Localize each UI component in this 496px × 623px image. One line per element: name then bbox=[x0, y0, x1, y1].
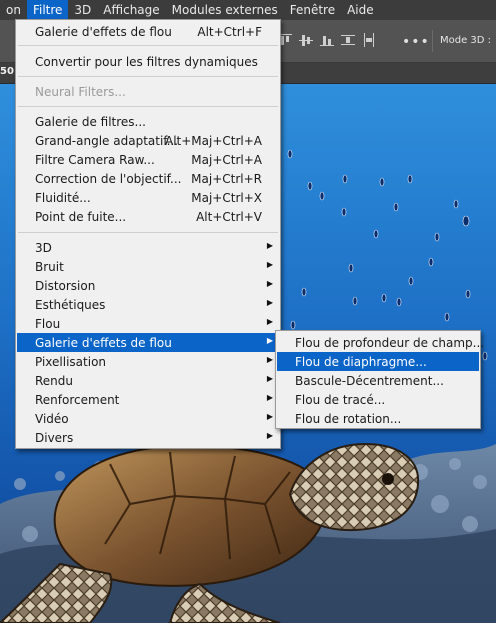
submenu-item-field-blur[interactable]: Flou de profondeur de champ... bbox=[277, 333, 484, 352]
menu-item-sharpen[interactable]: Renforcement ▶ bbox=[17, 390, 279, 409]
menu-3d[interactable]: 3D bbox=[68, 0, 97, 20]
menu-item-blur-gallery[interactable]: Galerie d'effets de flou ▶ bbox=[17, 333, 279, 352]
menu-item-3d[interactable]: 3D ▶ bbox=[17, 238, 279, 257]
align-vertical-center-icon[interactable] bbox=[299, 33, 313, 47]
menu-aide[interactable]: Aide bbox=[341, 0, 380, 20]
menu-item-camera-raw[interactable]: Filtre Camera Raw... Maj+Ctrl+A bbox=[17, 150, 279, 169]
menu-item-video[interactable]: Vidéo ▶ bbox=[17, 409, 279, 428]
distribute-horizontal-icon[interactable] bbox=[362, 33, 376, 47]
submenu-arrow-icon: ▶ bbox=[266, 412, 273, 421]
options-divider bbox=[432, 30, 433, 52]
menu-item-blur[interactable]: Flou ▶ bbox=[17, 314, 279, 333]
menu-item-vanishing-point[interactable]: Point de fuite... Alt+Ctrl+V bbox=[17, 207, 279, 226]
menu-item-render[interactable]: Rendu ▶ bbox=[17, 371, 279, 390]
submenu-arrow-icon: ▶ bbox=[266, 279, 273, 288]
submenu-arrow-icon: ▶ bbox=[266, 241, 273, 250]
menu-item-lens-correction[interactable]: Correction de l'objectif... Maj+Ctrl+R bbox=[17, 169, 279, 188]
submenu-item-spin-blur[interactable]: Flou de rotation... bbox=[277, 409, 479, 428]
submenu-arrow-icon: ▶ bbox=[266, 336, 273, 345]
submenu-arrow-icon: ▶ bbox=[266, 355, 273, 364]
menu-item-filter-gallery[interactable]: Galerie de filtres... bbox=[17, 112, 279, 131]
menu-item-distort[interactable]: Distorsion ▶ bbox=[17, 276, 279, 295]
submenu-item-tilt-shift[interactable]: Bascule-Décentrement... bbox=[277, 371, 479, 390]
distribute-vertical-icon[interactable] bbox=[341, 33, 355, 47]
menu-item-last-filter[interactable]: Galerie d'effets de flou Alt+Ctrl+F bbox=[17, 22, 279, 41]
menu-item-liquify[interactable]: Fluidité... Maj+Ctrl+X bbox=[17, 188, 279, 207]
menu-item-noise[interactable]: Bruit ▶ bbox=[17, 257, 279, 276]
submenu-arrow-icon: ▶ bbox=[266, 298, 273, 307]
menu-item-adaptive-wide-angle[interactable]: Grand-angle adaptatif... Alt+Maj+Ctrl+A bbox=[17, 131, 279, 150]
menu-separator bbox=[18, 45, 278, 46]
menu-item-pixelate[interactable]: Pixellisation ▶ bbox=[17, 352, 279, 371]
submenu-arrow-icon: ▶ bbox=[266, 317, 273, 326]
menu-affichage[interactable]: Affichage bbox=[97, 0, 165, 20]
submenu-arrow-icon: ▶ bbox=[266, 431, 273, 440]
mode-3d-label: Mode 3D : bbox=[440, 35, 492, 46]
menu-bar: on Filtre 3D Affichage Modules externes … bbox=[0, 0, 496, 20]
menu-modules-externes[interactable]: Modules externes bbox=[166, 0, 284, 20]
submenu-item-path-blur[interactable]: Flou de tracé... bbox=[277, 390, 479, 409]
align-bottom-icon[interactable] bbox=[320, 33, 334, 47]
menu-item-convert-smart-filters[interactable]: Convertir pour les filtres dynamiques bbox=[17, 52, 279, 71]
submenu-arrow-icon: ▶ bbox=[266, 260, 273, 269]
submenu-arrow-icon: ▶ bbox=[266, 374, 273, 383]
menu-filtre[interactable]: Filtre bbox=[26, 0, 69, 20]
submenu-item-iris-blur[interactable]: Flou de diaphragme... bbox=[277, 352, 479, 371]
menu-separator bbox=[18, 232, 278, 233]
menu-fenetre[interactable]: Fenêtre bbox=[284, 0, 341, 20]
menu-item-neural-filters: Neural Filters... bbox=[35, 85, 126, 99]
menu-item-stylize[interactable]: Esthétiques ▶ bbox=[17, 295, 279, 314]
zoom-percentage: 50 bbox=[0, 66, 14, 77]
blur-gallery-submenu: Flou de profondeur de champ... Flou de d… bbox=[275, 330, 484, 429]
menu-separator bbox=[18, 106, 278, 107]
menu-separator bbox=[18, 76, 278, 77]
filter-dropdown-menu: Galerie d'effets de flou Alt+Ctrl+F Conv… bbox=[15, 19, 281, 449]
menu-item-other[interactable]: Divers ▶ bbox=[17, 428, 279, 447]
more-horizontal-icon[interactable]: ••• bbox=[402, 34, 430, 50]
align-distribute-group bbox=[278, 33, 376, 47]
submenu-arrow-icon: ▶ bbox=[266, 393, 273, 402]
menu-selection-partial[interactable]: on bbox=[0, 0, 27, 20]
